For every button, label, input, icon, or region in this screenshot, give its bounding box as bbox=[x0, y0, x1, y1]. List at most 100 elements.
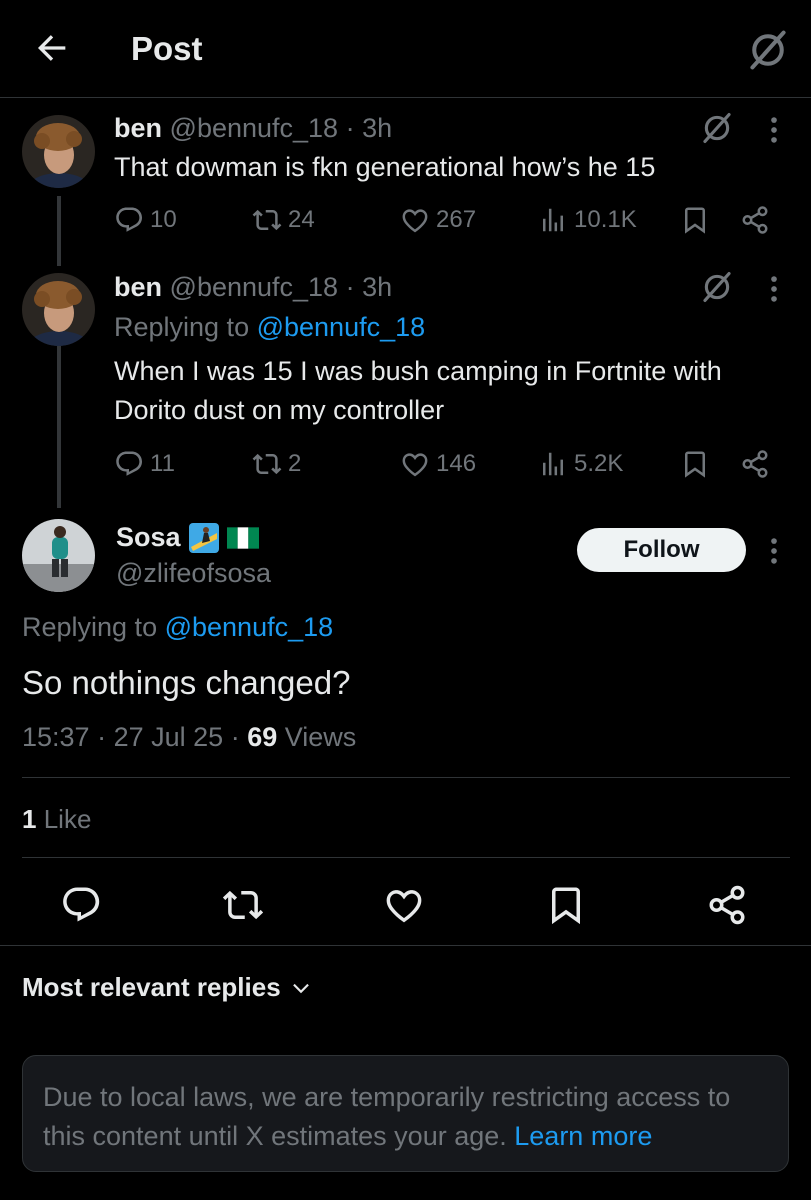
likes-summary[interactable]: 1 Like bbox=[22, 804, 91, 835]
handle[interactable]: @zlifeofsosa bbox=[116, 558, 271, 589]
more-button[interactable] bbox=[764, 113, 784, 147]
post-meta: 15:37 · 27 Jul 25 · 69 Views bbox=[22, 722, 357, 752]
chevron-down-icon bbox=[292, 983, 309, 993]
replies-sort-dropdown[interactable]: Most relevant replies bbox=[22, 972, 311, 1003]
repost-button[interactable]: 24 bbox=[252, 200, 315, 240]
share-icon bbox=[706, 884, 748, 926]
replying-to-handle[interactable]: @bennufc_18 bbox=[257, 312, 426, 342]
divider bbox=[22, 857, 790, 858]
grok-icon bbox=[746, 28, 790, 72]
bookmark-button[interactable] bbox=[680, 444, 710, 484]
grok-button[interactable] bbox=[700, 111, 734, 145]
like-button[interactable]: 146 bbox=[400, 444, 476, 484]
like-count: 146 bbox=[436, 450, 477, 477]
like-count: 267 bbox=[436, 206, 477, 233]
replying-to: Replying to @bennufc_18 bbox=[22, 612, 334, 642]
share-icon bbox=[740, 205, 770, 235]
timestamp: · 3h bbox=[345, 113, 393, 143]
display-name[interactable]: Sosa bbox=[116, 522, 259, 553]
more-vertical-icon bbox=[764, 534, 784, 568]
share-button[interactable] bbox=[740, 200, 770, 240]
more-button[interactable] bbox=[764, 272, 784, 306]
heart-icon bbox=[383, 884, 425, 926]
views-icon bbox=[538, 449, 568, 479]
avatar[interactable] bbox=[22, 519, 95, 592]
reply-icon bbox=[114, 449, 144, 479]
tweet-actions: 10 24 267 10.1K bbox=[114, 200, 784, 240]
view-count: 5.2K bbox=[574, 450, 624, 477]
reply-button[interactable]: 11 bbox=[114, 444, 175, 484]
timestamp: · 3h bbox=[345, 272, 393, 302]
like-button[interactable]: 267 bbox=[400, 200, 476, 240]
avatar[interactable] bbox=[22, 115, 95, 188]
divider bbox=[22, 777, 790, 778]
back-button[interactable] bbox=[32, 28, 72, 68]
tweet-actions: 11 2 146 5.2K bbox=[114, 444, 784, 484]
repost-button[interactable]: 2 bbox=[252, 444, 301, 484]
views-button[interactable]: 10.1K bbox=[538, 200, 637, 240]
thread-line bbox=[57, 196, 61, 266]
post-actions bbox=[0, 880, 811, 930]
grok-icon bbox=[700, 270, 734, 304]
reply-button[interactable] bbox=[60, 884, 102, 926]
views-icon bbox=[538, 205, 568, 235]
more-button[interactable] bbox=[764, 534, 784, 568]
bookmark-icon bbox=[680, 449, 710, 479]
replying-to-handle[interactable]: @bennufc_18 bbox=[165, 612, 334, 642]
reply-count: 11 bbox=[150, 450, 175, 477]
surfer-emoji-icon bbox=[188, 522, 219, 553]
grok-button[interactable] bbox=[700, 270, 734, 304]
display-name[interactable]: ben bbox=[114, 272, 162, 302]
tweet-header: ben @bennufc_18 · 3h bbox=[114, 272, 392, 303]
handle[interactable]: @bennufc_18 bbox=[170, 272, 339, 302]
divider bbox=[0, 945, 811, 946]
view-count: 10.1K bbox=[574, 206, 637, 233]
grok-button[interactable] bbox=[746, 28, 790, 72]
handle[interactable]: @bennufc_18 bbox=[170, 113, 339, 143]
repost-icon bbox=[252, 205, 282, 235]
bookmark-button[interactable] bbox=[545, 884, 587, 926]
age-restriction-notice: Due to local laws, we are temporarily re… bbox=[22, 1055, 789, 1172]
views-count: 69 bbox=[247, 722, 278, 752]
repost-count: 2 bbox=[288, 450, 302, 477]
post-text: So nothings changed? bbox=[22, 664, 351, 701]
learn-more-link[interactable]: Learn more bbox=[514, 1121, 652, 1151]
arrow-left-icon bbox=[38, 35, 66, 61]
replying-to: Replying to @bennufc_18 bbox=[114, 312, 426, 342]
tweet-text: That dowman is fkn generational how’s he… bbox=[114, 152, 656, 182]
more-vertical-icon bbox=[764, 272, 784, 306]
repost-icon bbox=[222, 884, 264, 926]
bookmark-icon bbox=[545, 884, 587, 926]
reply-count: 10 bbox=[150, 206, 177, 233]
share-button[interactable] bbox=[706, 884, 748, 926]
nigeria-flag-icon bbox=[226, 526, 259, 549]
like-button[interactable] bbox=[383, 884, 425, 926]
post-time[interactable]: 15:37 bbox=[22, 722, 90, 752]
repost-icon bbox=[252, 449, 282, 479]
grok-icon bbox=[700, 111, 734, 145]
share-icon bbox=[740, 449, 770, 479]
bookmark-icon bbox=[680, 205, 710, 235]
follow-button[interactable]: Follow bbox=[577, 528, 746, 572]
likes-count: 1 bbox=[22, 804, 37, 834]
bookmark-button[interactable] bbox=[680, 200, 710, 240]
views-button[interactable]: 5.2K bbox=[538, 444, 623, 484]
heart-icon bbox=[400, 449, 430, 479]
views-label: Views bbox=[284, 722, 357, 752]
avatar[interactable] bbox=[22, 273, 95, 346]
tweet-header: ben @bennufc_18 · 3h bbox=[114, 113, 392, 144]
reply-button[interactable]: 10 bbox=[114, 200, 177, 240]
post-date[interactable]: 27 Jul 25 bbox=[114, 722, 224, 752]
thread-line bbox=[57, 346, 61, 508]
likes-label: Like bbox=[43, 804, 92, 834]
reply-icon bbox=[60, 884, 102, 926]
top-bar: Post bbox=[0, 0, 811, 98]
heart-icon bbox=[400, 205, 430, 235]
repost-button[interactable] bbox=[222, 884, 264, 926]
reply-icon bbox=[114, 205, 144, 235]
share-button[interactable] bbox=[740, 444, 770, 484]
tweet-text: When I was 15 I was bush camping in Fort… bbox=[114, 356, 722, 425]
display-name[interactable]: ben bbox=[114, 113, 162, 143]
repost-count: 24 bbox=[288, 206, 315, 233]
more-vertical-icon bbox=[764, 113, 784, 147]
